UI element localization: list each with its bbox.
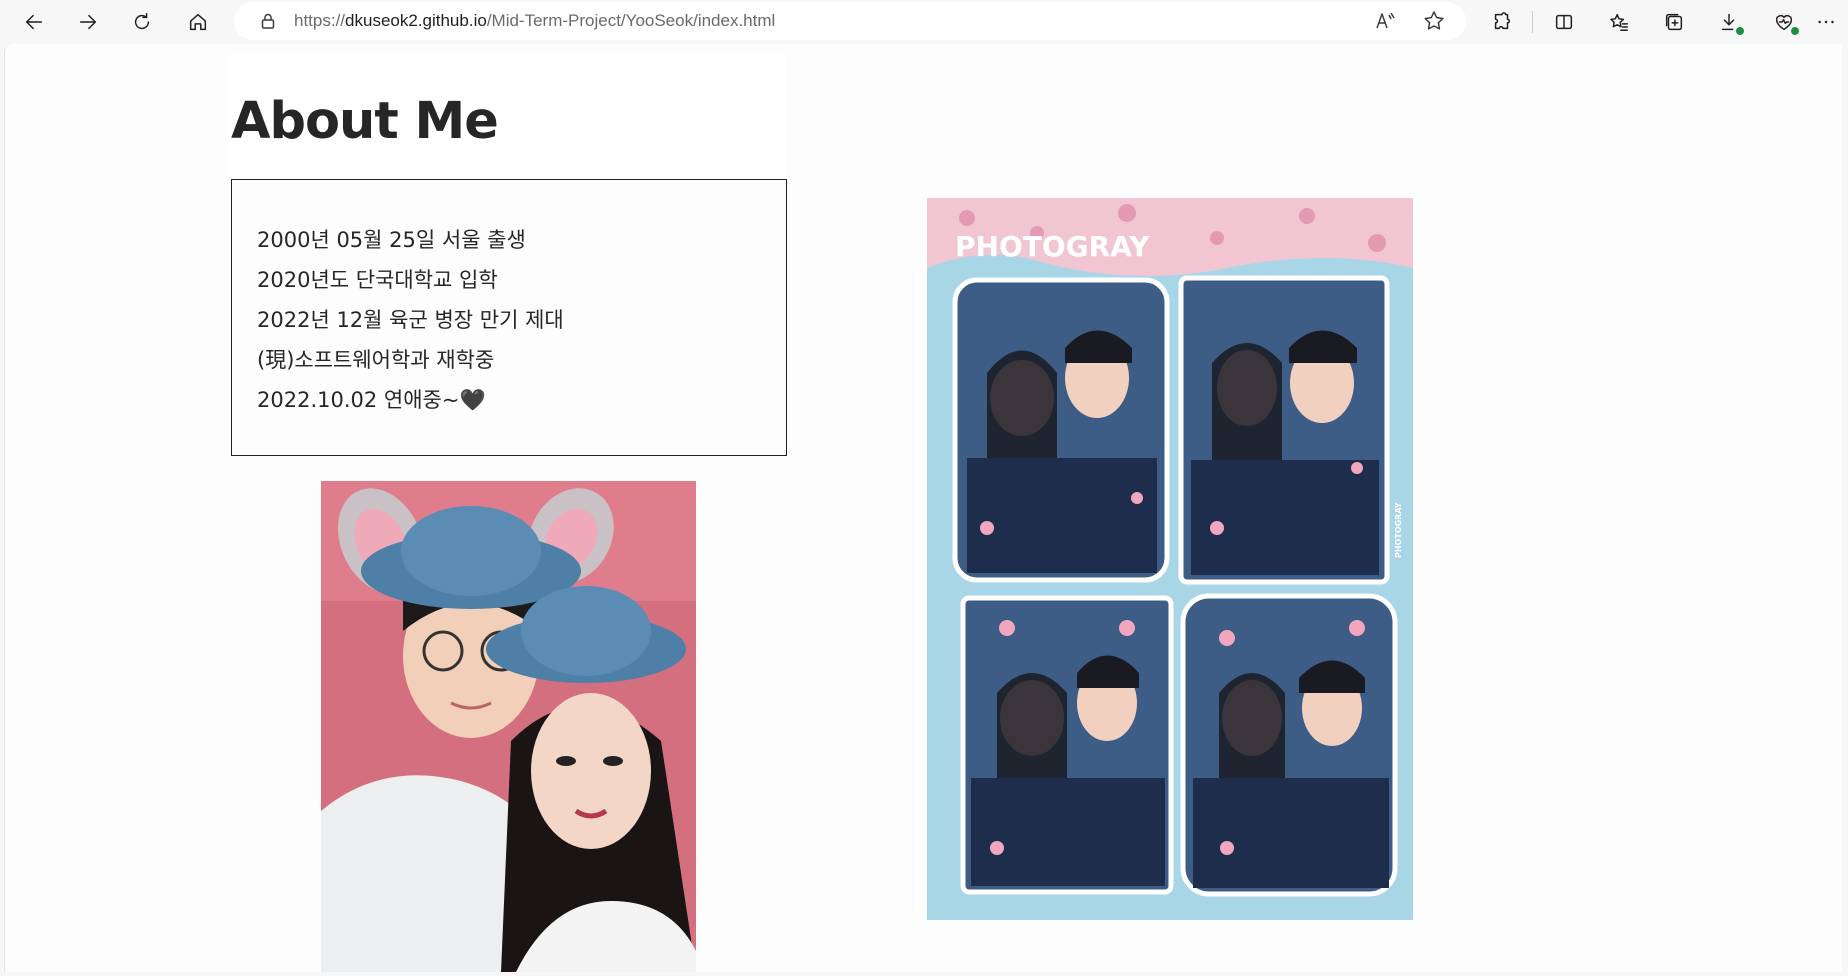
forward-button[interactable] (70, 4, 106, 40)
downloads-button[interactable] (1711, 4, 1747, 40)
extensions-button[interactable] (1484, 4, 1520, 40)
url-path: /Mid-Term-Project/YooSeok/index.html (486, 11, 776, 30)
essentials-status-badge (1790, 26, 1800, 36)
favorites-icon (1610, 13, 1628, 31)
page-title: About Me (231, 92, 499, 151)
split-screen-icon (1555, 14, 1573, 30)
back-icon (25, 14, 43, 30)
refresh-icon (134, 13, 150, 30)
url-scheme: https:// (294, 11, 346, 30)
photo-booth-brand: PHOTOGRAY (955, 230, 1150, 263)
info-line-relationship: 2022.10.02 연애중~🖤 (257, 388, 486, 412)
read-aloud-icon[interactable] (1373, 9, 1397, 33)
info-line-birth: 2000년 05월 25일 서울 출생 (257, 228, 526, 252)
split-screen-button[interactable] (1546, 4, 1582, 40)
info-line-university: 2020년도 단국대학교 입학 (257, 268, 498, 292)
collections-icon (1665, 13, 1683, 31)
forward-icon (79, 14, 97, 30)
browser-essentials-button[interactable] (1766, 4, 1802, 40)
home-button[interactable] (180, 4, 216, 40)
address-bar[interactable]: https://dkuseok2.github.io/Mid-Term-Proj… (234, 2, 1466, 40)
back-button[interactable] (16, 4, 52, 40)
lock-icon[interactable] (258, 11, 278, 31)
couple-selfie-photo (321, 481, 696, 972)
url-host: dkuseok2.github.io (345, 11, 487, 30)
photo-booth-strip: PHOTOGRAY PHOTOGRAY (927, 198, 1413, 920)
page-scrollbar[interactable] (1842, 44, 1848, 972)
collections-button[interactable] (1656, 4, 1692, 40)
home-icon (189, 13, 207, 31)
url-text[interactable]: https://dkuseok2.github.io/Mid-Term-Proj… (294, 11, 775, 31)
favorites-button[interactable] (1601, 4, 1637, 40)
more-icon (1818, 20, 1834, 24)
photo-booth-side-label: PHOTOGRAY (1394, 502, 1403, 558)
refresh-button[interactable] (124, 4, 160, 40)
favorite-star-icon[interactable] (1422, 9, 1446, 33)
more-button[interactable] (1808, 4, 1844, 40)
info-line-military: 2022년 12월 육군 병장 만기 제대 (257, 308, 564, 332)
download-complete-badge (1735, 26, 1745, 36)
info-line-major: (現)소프트웨어학과 재학중 (257, 348, 495, 372)
toolbar-separator (1532, 11, 1533, 33)
browser-toolbar: https://dkuseok2.github.io/Mid-Term-Proj… (0, 0, 1848, 44)
extensions-icon (1494, 12, 1511, 30)
about-info-box: 2000년 05월 25일 서울 출생 2020년도 단국대학교 입학 2022… (231, 179, 787, 456)
